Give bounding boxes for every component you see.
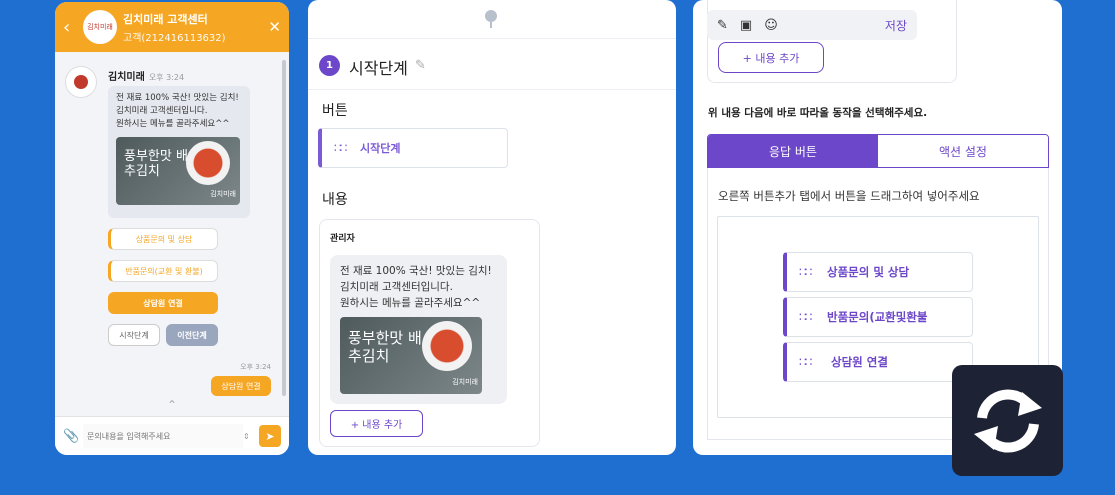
editor-toolbar: ✎ ▣ ☺ 저장	[707, 10, 917, 40]
response-button-label: 상품문의 및 상담	[827, 265, 910, 279]
emoji-icon[interactable]: ☺	[764, 18, 778, 33]
sync-icon[interactable]	[952, 365, 1063, 476]
quick-button-return-inquiry[interactable]: 반품문의(교환 및 환불)	[108, 260, 218, 282]
chat-scrollbar[interactable]	[282, 60, 286, 396]
image-icon[interactable]: ▣	[740, 18, 752, 33]
updown-icon[interactable]: ⇕	[243, 432, 259, 441]
image-mark: 김치미래	[452, 378, 478, 386]
step-button-item[interactable]: ∷∷ 시작단계	[318, 128, 508, 168]
edit-icon[interactable]: ✎	[717, 18, 728, 33]
tab-action-settings[interactable]: 액션 설정	[878, 135, 1048, 167]
response-button-label: 반품문의(교환및환불	[827, 310, 928, 324]
action-tabs: 응답 버튼 액션 설정	[707, 134, 1049, 168]
chat-header: ‹ 김치미래 김치미래 고객센터 고객(212416113632) ✕	[55, 2, 289, 52]
admin-label: 관리자	[330, 234, 355, 244]
chat-subtitle: 고객(212416113632)	[123, 32, 226, 44]
chat-input-bar: 📎 ⇕ ➤	[55, 416, 289, 455]
message-input[interactable]	[83, 424, 243, 448]
step-title: 시작단계	[349, 59, 408, 78]
button-section-label: 버튼	[322, 103, 348, 119]
message-line: 전 재료 100% 국산! 맛있는 김치!	[116, 93, 239, 103]
close-icon[interactable]: ✕	[268, 18, 281, 36]
save-button[interactable]: 저장	[885, 17, 907, 34]
message-line: 김치미래 고객센터입니다.	[116, 106, 208, 116]
tab-response-buttons[interactable]: 응답 버튼	[708, 135, 878, 167]
chat-title: 김치미래 고객센터	[123, 12, 208, 26]
image-mark: 김치미래	[210, 190, 236, 198]
content-section-label: 내용	[322, 192, 348, 208]
send-icon[interactable]: ➤	[259, 425, 281, 447]
edit-icon[interactable]: ✎	[415, 58, 426, 73]
message-line: 원하시는 메뉴를 골라주세요^^	[340, 297, 481, 309]
drag-handle-icon[interactable]: ∷∷	[799, 265, 827, 279]
drag-hint: 오른쪽 버튼추가 탭에서 버튼을 드래그하여 넣어주세요	[718, 189, 980, 203]
brand-logo: 김치미래	[83, 10, 117, 44]
sender-label: 김치미래	[108, 72, 145, 83]
attach-icon[interactable]: 📎	[63, 429, 83, 444]
logo-text: 김치미래	[87, 23, 113, 31]
kimchi-image: 풍부한맛 배추김치 김치미래	[116, 137, 240, 205]
add-content-button[interactable]: + 내용 추가	[330, 410, 423, 437]
add-content-button[interactable]: + 내용 추가	[718, 42, 824, 73]
sender-name: 김치미래 오후 3:24	[108, 68, 184, 83]
step-number-badge: 1	[319, 55, 340, 76]
response-button-item[interactable]: ∷∷ 반품문의(교환및환불	[783, 297, 973, 337]
response-button-item[interactable]: ∷∷ 상담원 연결	[783, 342, 973, 382]
pin-icon[interactable]	[485, 10, 497, 28]
user-message: 상담원 연결	[211, 376, 271, 396]
quick-button-start[interactable]: 시작단계	[108, 324, 160, 346]
kimchi-image: 풍부한맛 배추김치 김치미래	[340, 317, 482, 394]
avatar	[65, 66, 97, 98]
reply-time: 오후 3:24	[240, 363, 271, 371]
drag-handle-icon[interactable]: ∷∷	[799, 310, 827, 324]
message-time: 오후 3:24	[148, 73, 185, 82]
message-line: 전 재료 100% 국산! 맛있는 김치!	[340, 265, 492, 277]
response-button-label: 상담원 연결	[831, 355, 888, 369]
image-caption: 풍부한맛 배추김치	[124, 149, 188, 179]
chevron-up-icon[interactable]: ⌃	[55, 398, 289, 414]
drag-handle-icon[interactable]: ∷∷	[799, 355, 827, 369]
step-editor: 1 시작단계 ✎ 버튼 ∷∷ 시작단계 내용 관리자 전 재료 100% 국산!…	[308, 0, 676, 455]
next-action-instruction: 위 내용 다음에 바로 따라올 동작을 선택해주세요.	[708, 107, 928, 119]
message-line: 원하시는 메뉴를 골라주세요^^	[116, 119, 230, 129]
back-icon[interactable]: ‹	[63, 17, 77, 38]
quick-button-agent[interactable]: 상담원 연결	[108, 292, 218, 314]
bot-message: 전 재료 100% 국산! 맛있는 김치! 김치미래 고객센터입니다. 원하시는…	[108, 86, 250, 218]
chat-widget: ‹ 김치미래 김치미래 고객센터 고객(212416113632) ✕ 김치미래…	[55, 2, 289, 455]
response-button-item[interactable]: ∷∷ 상품문의 및 상담	[783, 252, 973, 292]
content-message[interactable]: 전 재료 100% 국산! 맛있는 김치! 김치미래 고객센터입니다. 원하시는…	[330, 255, 507, 404]
quick-button-product-inquiry[interactable]: 상품문의 및 상담	[108, 228, 218, 250]
step-button-label: 시작단계	[360, 142, 401, 155]
quick-button-previous[interactable]: 이전단계	[166, 324, 218, 346]
image-caption: 풍부한맛 배추김치	[348, 329, 422, 365]
message-line: 김치미래 고객센터입니다.	[340, 281, 453, 293]
content-card: 관리자 전 재료 100% 국산! 맛있는 김치! 김치미래 고객센터입니다. …	[319, 219, 540, 447]
drag-handle-icon[interactable]: ∷∷	[334, 141, 360, 155]
